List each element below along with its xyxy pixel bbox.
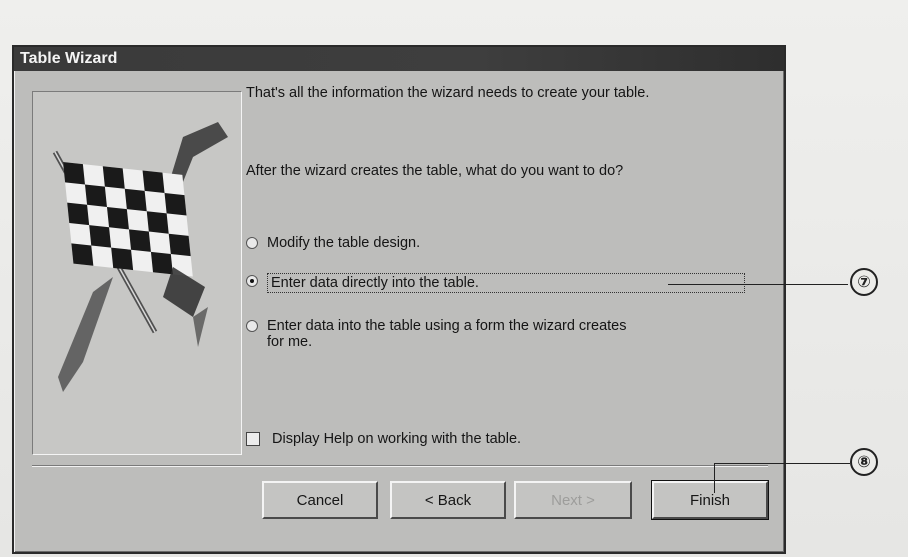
display-help-checkbox[interactable] [246,432,260,446]
wizard-picture-frame [32,91,242,455]
option-modify-design[interactable]: Modify the table design. [246,235,420,251]
table-wizard-dialog: Table Wizard That's all the information … [12,45,786,554]
question-message: After the wizard creates the table, what… [246,163,624,179]
option-enter-data[interactable]: Enter data directly into the table. [246,273,745,293]
callout-line-8-drop [714,463,715,493]
checkered-flag-icon [52,122,228,392]
window-title: Table Wizard [14,47,784,71]
radio-button-selected[interactable] [246,275,258,287]
option-form[interactable]: Enter data into the table using a form t… [246,318,626,350]
radio-button[interactable] [246,320,258,332]
option-label: Enter data directly into the table. [267,273,745,293]
separator [32,465,768,467]
info-message: That's all the information the wizard ne… [246,85,650,101]
callout-number-8: ⑧ [850,448,878,476]
back-button[interactable]: < Back [390,481,506,519]
option-label: Modify the table design. [267,235,421,251]
option-label: Enter data into the table using a form t… [267,318,627,350]
callout-line-8 [714,463,850,464]
radio-button[interactable] [246,237,258,249]
finish-button[interactable]: Finish [651,480,769,520]
callout-number-7: ⑦ [850,268,878,296]
display-help-label: Display Help on working with the table. [272,431,522,447]
callout-line-7 [668,284,848,285]
cancel-button[interactable]: Cancel [262,481,378,519]
next-button[interactable]: Next > [514,481,632,519]
